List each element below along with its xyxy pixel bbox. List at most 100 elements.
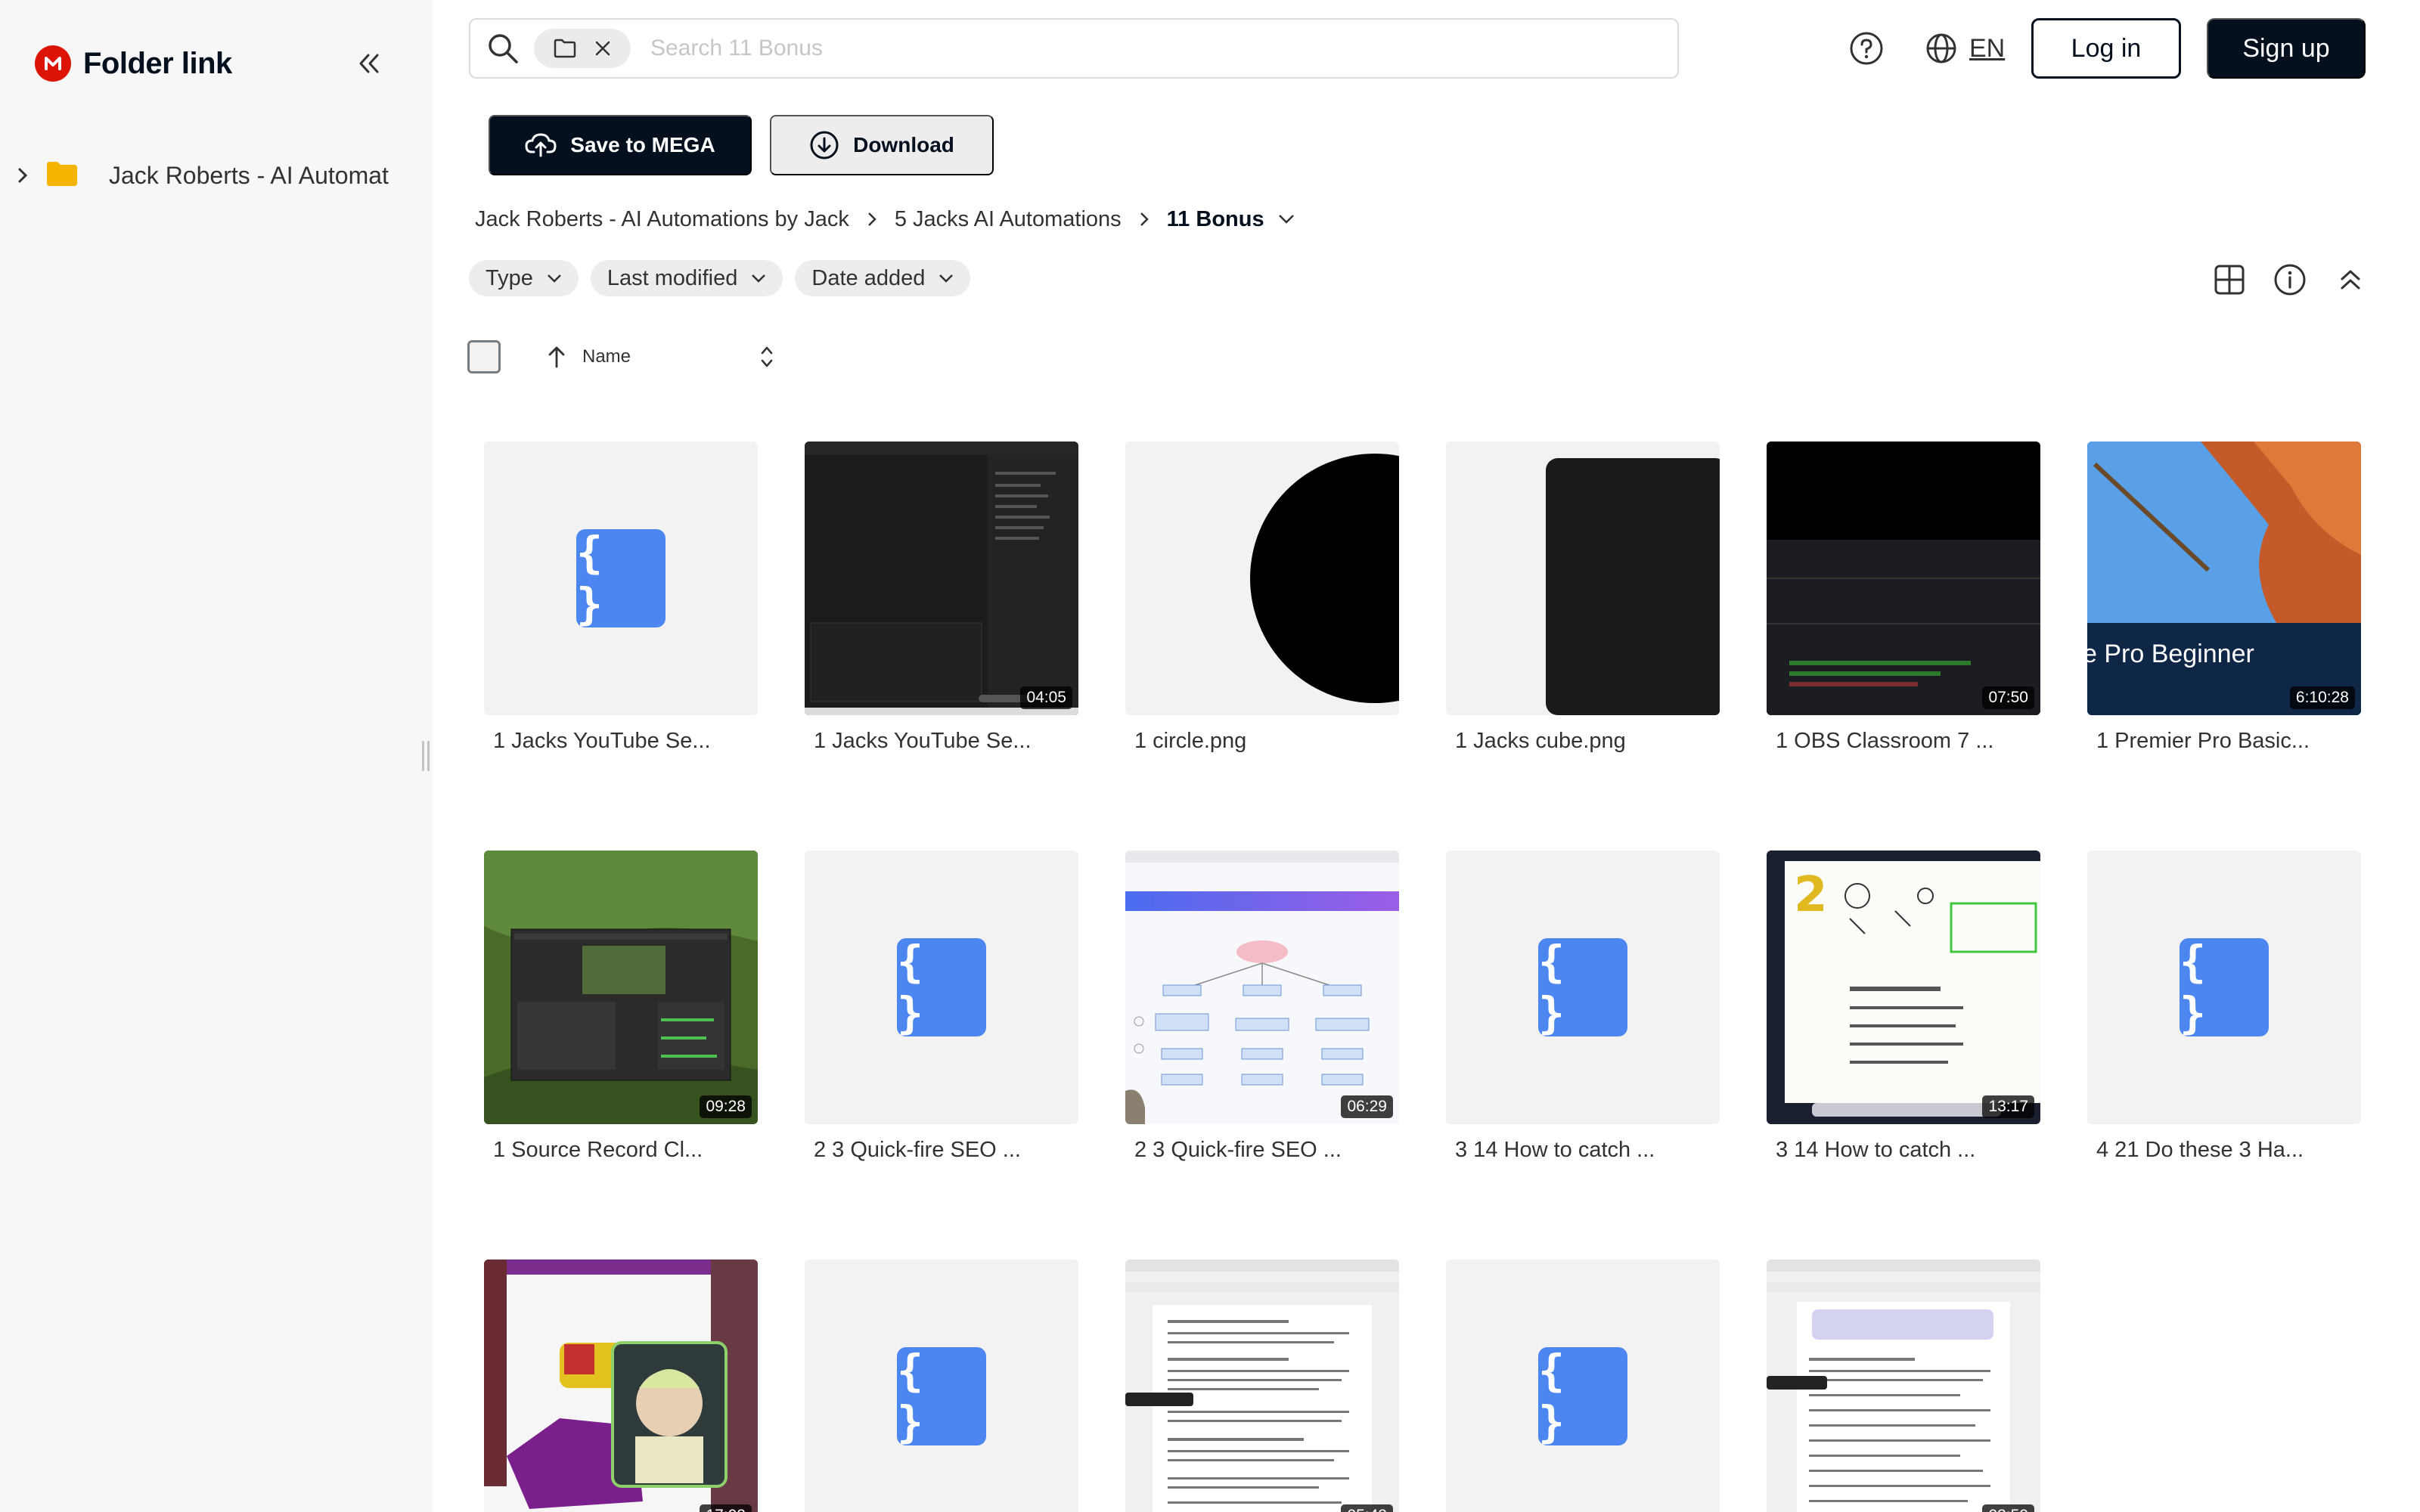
file-name: 1 Jacks YouTube Se... <box>493 729 711 753</box>
code-file-thumbnail[interactable]: { } <box>2087 850 2361 1124</box>
chevron-down-icon[interactable] <box>1278 214 1295 225</box>
code-file-thumbnail[interactable]: { } <box>805 1259 1078 1512</box>
collapse-sidebar-button[interactable] <box>346 44 392 83</box>
grid-view-button[interactable] <box>2208 259 2251 301</box>
chevron-down-icon <box>752 274 766 283</box>
media-thumbnail[interactable]: 03:50 <box>1767 1259 2040 1512</box>
close-icon[interactable] <box>594 39 612 57</box>
media-thumbnail[interactable]: 07:50 <box>1767 442 2040 715</box>
video-duration-badge: 17:02 <box>700 1504 752 1512</box>
file-card[interactable]: e Pro Beginner 6:10:28 1 Premier Pro Basic… <box>2087 442 2361 754</box>
globe-icon <box>1926 33 1956 64</box>
filter-last-modified[interactable]: Last modified <box>590 260 783 296</box>
file-card[interactable]: 05:425 Replicate ANY Im... <box>1125 1259 1399 1512</box>
file-name: 2 3 Quick-fire SEO ... <box>814 1138 1021 1162</box>
arrow-up-icon[interactable] <box>548 345 566 368</box>
file-card[interactable]: { } 1 Jacks YouTube Se... <box>484 442 758 754</box>
filter-type-label: Type <box>486 265 533 290</box>
download-icon <box>810 131 839 160</box>
sort-header: Name <box>467 339 774 375</box>
code-file-thumbnail[interactable]: { } <box>1446 850 1720 1124</box>
save-to-mega-button[interactable]: Save to MEGA <box>489 115 752 175</box>
file-name: 1 Jacks cube.png <box>1455 729 1626 753</box>
file-card[interactable]: { } 3 14 How to catch ... <box>1446 850 1720 1163</box>
file-card[interactable]: 03:506 Company Resear... <box>1767 1259 2040 1512</box>
media-thumbnail[interactable] <box>1446 442 1720 715</box>
file-name: 1 Premier Pro Basic... <box>2096 729 2310 753</box>
sort-toggle-icon[interactable] <box>759 344 774 370</box>
file-card[interactable]: { }6 Company Resear... <box>1446 1259 1720 1512</box>
file-card[interactable]: 1 Jacks cube.png <box>1446 442 1720 754</box>
breadcrumb-item[interactable]: Jack Roberts - AI Automations by Jack <box>475 207 849 232</box>
sort-name-label[interactable]: Name <box>582 346 631 367</box>
video-duration-badge: 03:50 <box>1982 1504 2034 1512</box>
signup-button[interactable]: Sign up <box>2207 18 2366 79</box>
filter-date-added-label: Date added <box>811 265 926 290</box>
code-file-thumbnail[interactable]: { } <box>805 850 1078 1124</box>
select-all-checkbox[interactable] <box>467 340 501 373</box>
file-card[interactable]: 1 circle.png <box>1125 442 1399 754</box>
video-duration-badge: 04:05 <box>1020 686 1072 709</box>
search-scope-chip[interactable] <box>534 29 631 68</box>
folder-icon <box>47 161 77 190</box>
brand[interactable]: Folder link <box>35 45 232 82</box>
search-bar[interactable]: Search 11 Bonus <box>469 18 1679 79</box>
file-card[interactable]: 07:50 1 OBS Classroom 7 ... <box>1767 442 2040 754</box>
file-card[interactable]: 2 13:17 3 14 How to catch ... <box>1767 850 2040 1163</box>
sidebar-resize-handle[interactable] <box>419 741 433 771</box>
breadcrumb-current[interactable]: 11 Bonus <box>1167 207 1264 232</box>
breadcrumb: Jack Roberts - AI Automations by Jack 5 … <box>475 201 1295 237</box>
video-duration-badge: 06:29 <box>1341 1095 1393 1118</box>
search-input[interactable]: Search 11 Bonus <box>650 36 823 61</box>
media-thumbnail[interactable]: 06:29 <box>1125 850 1399 1124</box>
media-thumbnail[interactable]: 05:42 <box>1125 1259 1399 1512</box>
save-to-mega-label: Save to MEGA <box>570 133 715 156</box>
media-thumbnail[interactable]: 04:05 <box>805 442 1078 715</box>
file-card[interactable]: 09:28 1 Source Record Cl... <box>484 850 758 1163</box>
svg-text:2: 2 <box>1794 867 1828 923</box>
help-button[interactable] <box>1845 27 1888 70</box>
login-button[interactable]: Log in <box>2031 18 2181 79</box>
file-card[interactable]: { } 4 21 Do these 3 Ha... <box>2087 850 2361 1163</box>
file-name: 4 21 Do these 3 Ha... <box>2096 1138 2304 1162</box>
media-thumbnail[interactable]: 2 13:17 <box>1767 850 2040 1124</box>
file-name: 3 14 How to catch ... <box>1455 1138 1655 1162</box>
file-card[interactable]: 04:05 1 Jacks YouTube Se... <box>805 442 1078 754</box>
info-button[interactable] <box>2269 259 2311 301</box>
file-name: 1 Source Record Cl... <box>493 1138 703 1162</box>
video-duration-badge: 6:10:28 <box>2289 686 2355 709</box>
media-thumbnail[interactable]: e Pro Beginner 6:10:28 <box>2087 442 2361 715</box>
breadcrumb-item[interactable]: 5 Jacks AI Automations <box>895 207 1122 232</box>
code-file-icon: { } <box>576 527 666 630</box>
folder-outline-icon <box>554 39 576 58</box>
filter-type[interactable]: Type <box>469 260 579 296</box>
collapse-header-button[interactable] <box>2329 259 2372 301</box>
chevron-right-icon <box>1140 212 1149 227</box>
code-file-icon: { } <box>897 936 986 1039</box>
file-name: 1 Jacks YouTube Se... <box>814 729 1032 753</box>
media-thumbnail[interactable]: 09:28 <box>484 850 758 1124</box>
thumbnail-overlay-text: e Pro Beginner <box>2087 640 2254 668</box>
filter-date-added[interactable]: Date added <box>795 260 971 296</box>
code-file-icon: { } <box>1538 1345 1627 1448</box>
sidebar-tree-item[interactable]: Jack Roberts - AI Automat <box>12 157 420 194</box>
file-card[interactable]: { } 2 3 Quick-fire SEO ... <box>805 850 1078 1163</box>
view-tools <box>2208 259 2390 301</box>
media-thumbnail[interactable] <box>1125 442 1399 715</box>
code-file-thumbnail[interactable]: { } <box>484 442 758 715</box>
file-card[interactable]: 06:29 2 3 Quick-fire SEO ... <box>1125 850 1399 1163</box>
chevron-right-icon[interactable] <box>12 167 33 184</box>
file-card[interactable]: 17:024 21 Do these 3 Ha... <box>484 1259 758 1512</box>
sidebar-item-label: Jack Roberts - AI Automat <box>109 161 389 189</box>
video-duration-badge: 09:28 <box>700 1095 752 1118</box>
brand-name: Folder link <box>83 46 232 80</box>
code-file-icon: { } <box>897 1345 986 1448</box>
cloud-upload-icon <box>525 133 557 157</box>
code-file-thumbnail[interactable]: { } <box>1446 1259 1720 1512</box>
language-selector[interactable]: EN <box>1925 27 2005 70</box>
grid-view-icon <box>2214 265 2245 295</box>
media-thumbnail[interactable]: 17:02 <box>484 1259 758 1512</box>
language-label[interactable]: EN <box>1969 34 2005 64</box>
download-button[interactable]: Download <box>770 115 994 175</box>
file-card[interactable]: { }5 Replicate ANY Im... <box>805 1259 1078 1512</box>
